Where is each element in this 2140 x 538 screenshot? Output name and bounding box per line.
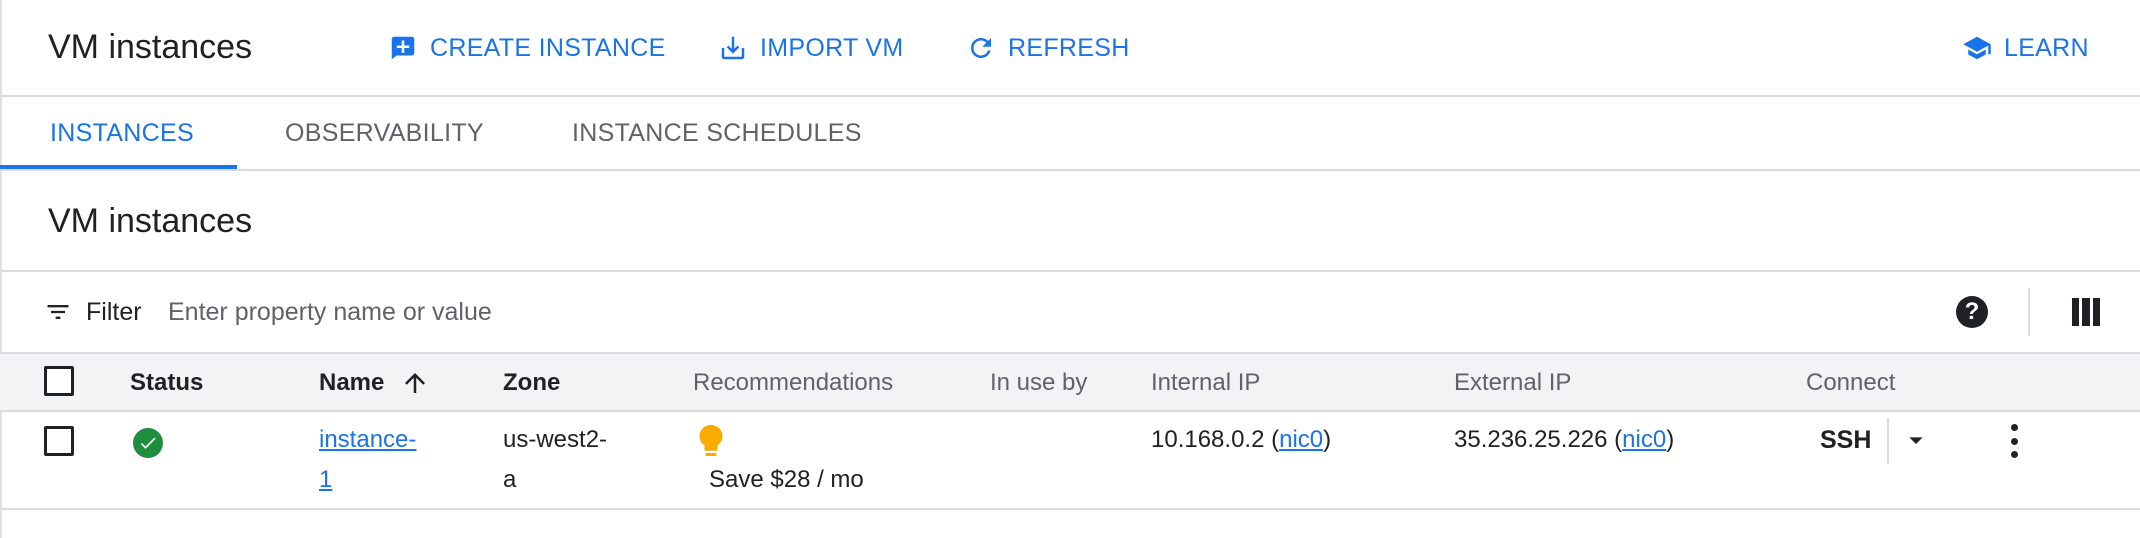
toolbar-divider (2028, 288, 2030, 336)
instances-section-header: VM instances (0, 171, 2140, 272)
external-ip-value: 35.236.25.226 (1454, 426, 1608, 453)
arrow-up-icon[interactable] (400, 368, 430, 398)
recommendation-text[interactable]: Save $28 / mo (709, 460, 864, 500)
column-header-recommendations[interactable]: Recommendations (693, 368, 893, 398)
active-tab-indicator (0, 165, 237, 169)
learn-label: LEARN (2004, 33, 2089, 62)
zone-cell: us-west2- a (503, 420, 607, 500)
help-icon[interactable]: ? (1956, 296, 1988, 328)
ssh-button[interactable]: SSH (1820, 420, 1871, 460)
row-checkbox[interactable] (44, 426, 74, 456)
page-header: VM instances CREATE INSTANCE IMPORT VM R… (0, 0, 2140, 97)
filter-button[interactable]: Filter (44, 292, 142, 332)
column-display-icon[interactable] (2072, 298, 2100, 326)
zone-line2: a (503, 466, 517, 493)
filter-input[interactable] (168, 290, 1868, 334)
school-icon (1963, 36, 1991, 60)
tab-observability[interactable]: OBSERVABILITY (285, 97, 484, 169)
instance-name-line1[interactable]: instance- (319, 426, 416, 453)
import-vm-label: IMPORT VM (760, 33, 904, 62)
column-header-in-use-by[interactable]: In use by (990, 368, 1087, 398)
download-icon (721, 36, 745, 60)
select-all-checkbox[interactable] (44, 366, 74, 396)
filter-bar: Filter (0, 272, 2140, 352)
refresh-label: REFRESH (1008, 33, 1130, 62)
arrow-drop-down-icon[interactable] (1900, 424, 1932, 456)
column-header-connect: Connect (1806, 369, 1896, 396)
import-vm-button[interactable]: IMPORT VM (718, 28, 903, 68)
filter-list-icon (47, 305, 69, 319)
page-title: VM instances (48, 28, 253, 66)
table-header: Status Name Zone Recommendations In use … (0, 352, 2140, 412)
tab-instances[interactable]: INSTANCES (50, 97, 194, 169)
add-box-icon (391, 36, 415, 60)
external-nic-link[interactable]: nic0 (1622, 426, 1666, 453)
check-circle-icon (133, 428, 163, 458)
create-instance-button[interactable]: CREATE INSTANCE (388, 28, 666, 68)
table-row: instance- 1 us-west2- a Save $28 / mo 10… (0, 412, 2140, 510)
internal-nic-link[interactable]: nic0 (1279, 426, 1323, 453)
column-header-name[interactable]: Name (319, 368, 384, 398)
learn-button[interactable]: LEARN (1962, 28, 2089, 68)
column-header-status[interactable]: Status (130, 368, 203, 398)
refresh-icon (971, 38, 991, 58)
lightbulb-icon[interactable] (698, 424, 724, 460)
tab-bar: INSTANCES OBSERVABILITY INSTANCE SCHEDUL… (0, 97, 2140, 171)
create-instance-label: CREATE INSTANCE (430, 33, 666, 62)
more-vert-icon[interactable] (2000, 422, 2028, 460)
tab-instance-schedules[interactable]: INSTANCE SCHEDULES (572, 97, 862, 169)
section-title: VM instances (48, 202, 253, 240)
column-header-external-ip[interactable]: External IP (1454, 368, 1571, 398)
filter-label: Filter (86, 297, 142, 326)
zone-line1: us-west2- (503, 426, 608, 453)
external-ip-cell: 35.236.25.226 (nic0) (1454, 426, 1675, 453)
instance-name-link[interactable]: instance- 1 (319, 420, 416, 500)
column-header-internal-ip[interactable]: Internal IP (1151, 368, 1260, 398)
internal-ip-cell: 10.168.0.2 (nic0) (1151, 426, 1332, 453)
column-header-zone[interactable]: Zone (503, 368, 560, 398)
refresh-button[interactable]: REFRESH (966, 28, 1130, 68)
internal-ip-value: 10.168.0.2 (1151, 426, 1265, 453)
ssh-divider (1887, 418, 1889, 464)
instance-name-line2[interactable]: 1 (319, 466, 332, 493)
